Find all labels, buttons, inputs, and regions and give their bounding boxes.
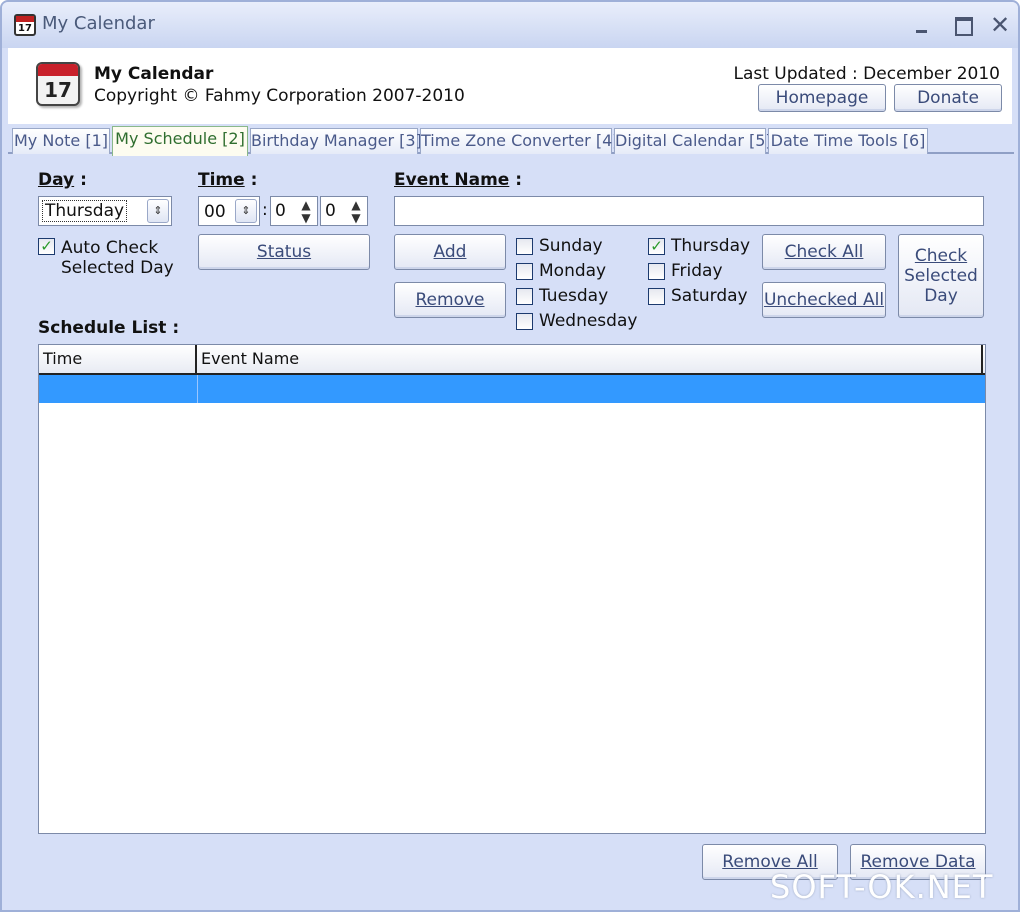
saturday-box[interactable] [648,287,665,305]
tab-digital-calendar[interactable]: Digital Calendar [5] [614,128,772,154]
second-spin-icon[interactable]: ▲ ▼ [347,199,365,225]
sunday-checkbox[interactable]: Sunday [516,236,603,256]
thursday-box[interactable]: ✓ [648,237,665,255]
friday-label: Friday [671,261,723,281]
thursday-checkbox[interactable]: ✓ Thursday [648,236,750,256]
event-name-input[interactable] [394,196,984,226]
last-updated-text: Last Updated : December 2010 [733,64,1000,84]
close-icon[interactable]: ✕ [987,12,1013,38]
thursday-label: Thursday [671,236,751,256]
second-value: 0 [325,201,336,221]
column-time[interactable]: Time [39,345,197,373]
day-label: Day : [38,170,87,190]
watermark: SOFT-OK.NET [770,868,994,906]
unchecked-all-button[interactable]: Unchecked All [762,282,886,318]
monday-box[interactable] [516,262,533,280]
monday-label: Monday [539,261,607,281]
time-separator: : [262,200,268,220]
window-title: My Calendar [42,13,155,34]
check-selected-day-button[interactable]: Check Selected Day [898,234,984,318]
day-select-arrow-icon[interactable]: ⇕ [147,199,169,223]
column-event-name[interactable]: Event Name [197,345,983,373]
hour-value: 00 [204,202,226,222]
tab-time-zone-converter[interactable]: Time Zone Converter [4] [420,128,619,154]
tab-date-time-tools[interactable]: Date Time Tools [6] [768,128,928,154]
friday-checkbox[interactable]: Friday [648,261,723,281]
day-select[interactable]: Thursday ⇕ [38,196,172,226]
minute-value: 0 [275,201,286,221]
schedule-list[interactable]: Time Event Name [38,344,986,834]
monday-checkbox[interactable]: Monday [516,261,606,281]
tab-my-note[interactable]: My Note [1] [12,128,110,154]
day-select-value: Thursday [42,200,128,222]
auto-check-label: Auto Check Selected Day [61,238,174,278]
maximize-icon[interactable] [950,12,976,38]
minute-spinner[interactable]: 0 ▲ ▼ [270,196,318,226]
table-row[interactable] [39,375,985,403]
time-label: Time : [198,170,258,190]
wednesday-checkbox[interactable]: Wednesday [516,311,637,331]
add-button[interactable]: Add [394,234,506,270]
saturday-label: Saturday [671,286,748,306]
minimize-icon[interactable] [908,12,934,38]
tab-birthday-manager[interactable]: Birthday Manager [3] [250,128,422,154]
wednesday-label: Wednesday [539,311,638,331]
auto-check-checkbox[interactable]: ✓ Auto Check Selected Day [38,238,174,278]
app-name: My Calendar [94,64,214,84]
minute-spin-icon[interactable]: ▲ ▼ [297,199,315,225]
status-button[interactable]: Status [198,234,370,270]
copyright-text: Copyright © Fahmy Corporation 2007-2010 [94,86,465,106]
wednesday-box[interactable] [516,312,533,330]
sunday-label: Sunday [539,236,603,256]
header-panel: 17 My Calendar Copyright © Fahmy Corpora… [8,48,1012,124]
homepage-button[interactable]: Homepage [758,84,886,112]
event-name-label: Event Name : [394,170,523,190]
tuesday-box[interactable] [516,287,533,305]
app-window: 17 My Calendar ✕ 17 My Calendar Copyrigh… [0,0,1020,912]
tuesday-label: Tuesday [539,286,609,306]
donate-button[interactable]: Donate [894,84,1002,112]
row-divider [197,375,198,403]
app-icon-day: 17 [44,78,72,102]
saturday-checkbox[interactable]: Saturday [648,286,748,306]
title-bar[interactable]: 17 My Calendar ✕ [2,2,1018,48]
schedule-list-label: Schedule List : [38,318,180,338]
remove-button[interactable]: Remove [394,282,506,318]
tab-bar: My Note [1] My Schedule [2] Birthday Man… [8,126,1014,156]
check-all-button[interactable]: Check All [762,234,886,270]
sunday-box[interactable] [516,237,533,255]
auto-check-box[interactable]: ✓ [38,238,55,255]
hour-select-arrow-icon[interactable]: ⇕ [235,199,257,223]
list-header: Time Event Name [39,345,985,375]
tab-my-schedule[interactable]: My Schedule [2] [112,126,248,156]
app-calendar-icon: 17 [36,62,80,106]
calendar-icon: 17 [14,14,36,36]
title-icon-day: 17 [18,23,32,34]
friday-box[interactable] [648,262,665,280]
second-spinner[interactable]: 0 ▲ ▼ [320,196,368,226]
tuesday-checkbox[interactable]: Tuesday [516,286,608,306]
hour-select[interactable]: 00 ⇕ [198,196,260,226]
